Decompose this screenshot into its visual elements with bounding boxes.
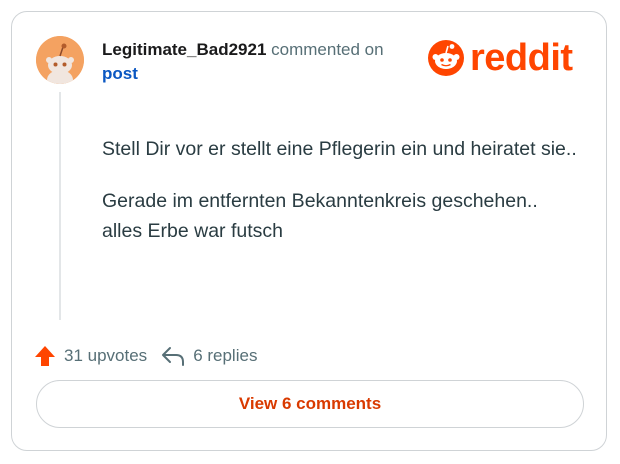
avatar[interactable]: [36, 36, 84, 84]
comment-paragraph: Stell Dir vor er stellt eine Pflegerin e…: [102, 138, 577, 160]
post-link[interactable]: post: [102, 62, 384, 86]
upvote-arrow-icon: [35, 346, 55, 366]
replies-count: 6 replies: [193, 346, 258, 365]
commented-on-text: commented on: [271, 40, 384, 59]
comment-actions: 31 upvotes 6 replies: [34, 345, 257, 367]
upvote-button[interactable]: 31 upvotes: [34, 345, 147, 367]
comment-card: Legitimate_Bad2921 commented on post red…: [11, 11, 607, 451]
reply-arrow-icon: [162, 347, 185, 366]
comment-header: Legitimate_Bad2921 commented on post: [102, 38, 384, 86]
reddit-logo[interactable]: reddit: [428, 38, 573, 78]
reddit-wordmark: reddit: [470, 37, 573, 79]
reddit-snoo-icon: [428, 40, 464, 76]
thread-line: [59, 92, 61, 320]
comment-paragraph: Gerade im entfernten Bekanntenkreis gesc…: [102, 190, 538, 242]
comment-body: Stell Dir vor er stellt eine Pflegerin e…: [102, 134, 582, 268]
username[interactable]: Legitimate_Bad2921: [102, 40, 266, 59]
upvote-count: 31 upvotes: [64, 346, 148, 365]
view-comments-button[interactable]: View 6 comments: [36, 380, 584, 428]
replies-button[interactable]: 6 replies: [161, 345, 257, 367]
snoo-avatar-icon: [36, 36, 84, 84]
